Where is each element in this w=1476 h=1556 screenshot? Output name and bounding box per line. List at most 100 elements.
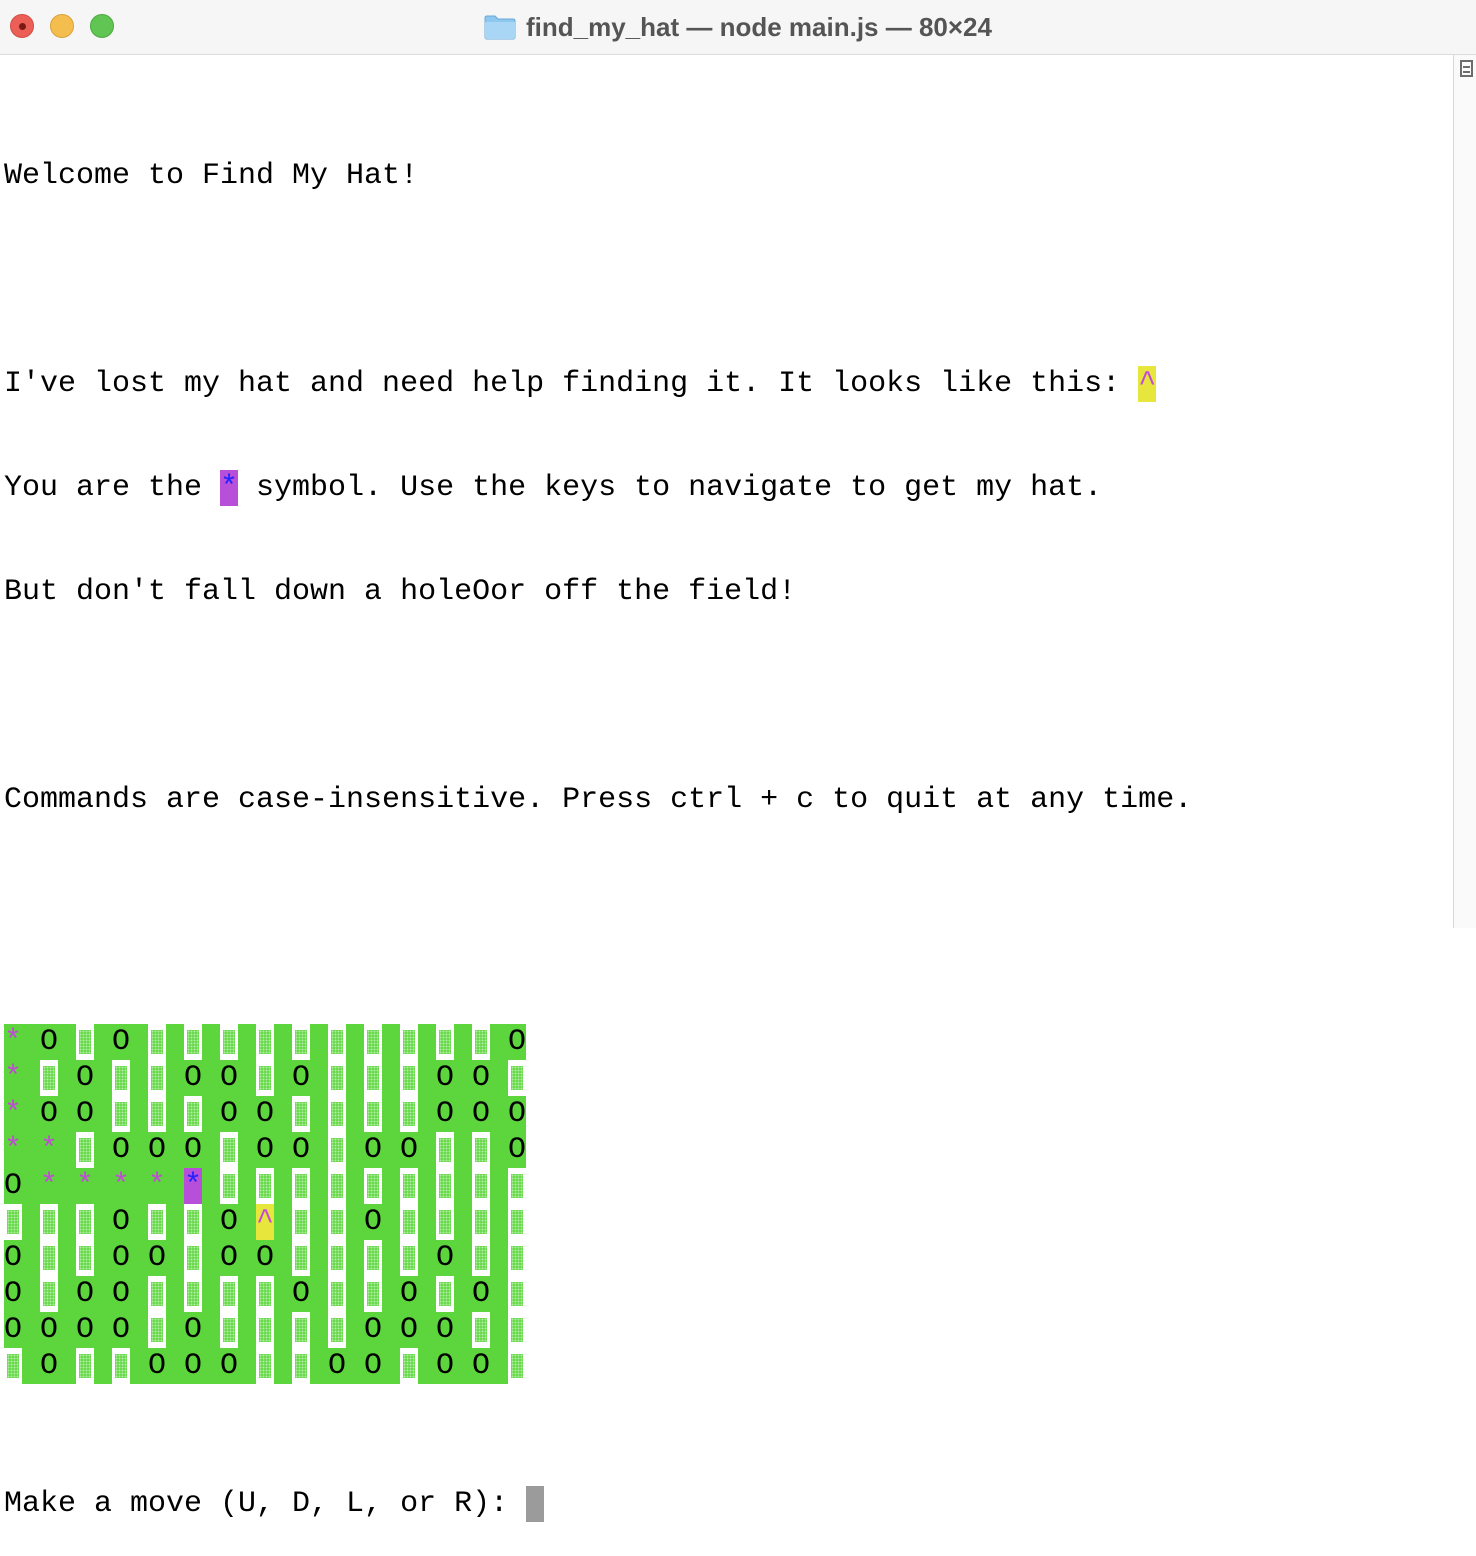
field-cell: [364, 1024, 382, 1060]
hole-cell: O: [472, 1096, 490, 1132]
hole-cell: O: [256, 1132, 274, 1168]
field-row: * O O O: [4, 1024, 1192, 1060]
hole-cell: O: [472, 1276, 490, 1312]
cell-gap: [490, 1096, 508, 1132]
cell-gap: [238, 1348, 256, 1384]
hole-cell: O: [436, 1348, 454, 1384]
cell-gap: [202, 1024, 220, 1060]
cell-gap: [94, 1204, 112, 1240]
field-cell: [4, 1348, 22, 1384]
cell-gap: [346, 1096, 364, 1132]
scrollbar[interactable]: [1453, 55, 1476, 928]
cell-gap: [310, 1312, 328, 1348]
cell-gap: [238, 1060, 256, 1096]
cell-gap: [22, 1312, 40, 1348]
cell-gap: [310, 1168, 328, 1204]
field-cell: [508, 1348, 526, 1384]
intro-text-2a: You are the: [4, 471, 221, 505]
cell-gap: [202, 1132, 220, 1168]
field-cell: [220, 1024, 238, 1060]
hole-cell: O: [112, 1240, 130, 1276]
cell-gap: [130, 1348, 148, 1384]
cell-gap: [166, 1276, 184, 1312]
field-cell: [328, 1024, 346, 1060]
hole-cell: O: [292, 1060, 310, 1096]
hole-cell: O: [220, 1240, 238, 1276]
cell-gap: [202, 1312, 220, 1348]
cell-gap: [310, 1132, 328, 1168]
field-cell: [328, 1168, 346, 1204]
field-cell: [220, 1132, 238, 1168]
cell-gap: [94, 1132, 112, 1168]
cell-gap: [166, 1240, 184, 1276]
field-cell: [328, 1312, 346, 1348]
field-cell: [328, 1240, 346, 1276]
hole-cell: O: [184, 1132, 202, 1168]
path-cell: *: [40, 1168, 58, 1204]
player-symbol: *: [220, 470, 239, 506]
field-cell: [40, 1204, 58, 1240]
cell-gap: [310, 1276, 328, 1312]
cell-gap: [58, 1240, 76, 1276]
field-cell: [400, 1060, 418, 1096]
cell-gap: [22, 1096, 40, 1132]
cell-gap: [418, 1168, 436, 1204]
cell-gap: [94, 1312, 112, 1348]
field-cell: [40, 1276, 58, 1312]
cell-gap: [238, 1312, 256, 1348]
hole-cell: O: [184, 1060, 202, 1096]
cell-gap: [346, 1312, 364, 1348]
cell-gap: [166, 1204, 184, 1240]
field-cell: [292, 1096, 310, 1132]
field-cell: [436, 1276, 454, 1312]
cell-gap: [58, 1024, 76, 1060]
cell-gap: [22, 1132, 40, 1168]
cell-gap: [166, 1060, 184, 1096]
hole-cell: O: [436, 1240, 454, 1276]
hole-cell: O: [148, 1348, 166, 1384]
cell-gap: [130, 1132, 148, 1168]
hole-cell: O: [292, 1132, 310, 1168]
prompt-line[interactable]: Make a move (U, D, L, or R):: [4, 1486, 1192, 1522]
hole-cell: O: [508, 1132, 526, 1168]
path-cell: *: [4, 1060, 22, 1096]
cell-gap: [22, 1276, 40, 1312]
cell-gap: [202, 1168, 220, 1204]
hole-cell: O: [472, 1348, 490, 1384]
field-cell: [436, 1168, 454, 1204]
cell-gap: [490, 1060, 508, 1096]
cell-gap: [274, 1096, 292, 1132]
cell-gap: [310, 1096, 328, 1132]
hole-cell: O: [364, 1312, 382, 1348]
field-cell: [400, 1096, 418, 1132]
cell-gap: [454, 1024, 472, 1060]
cell-gap: [94, 1348, 112, 1384]
field-cell: [184, 1024, 202, 1060]
cell-gap: [382, 1312, 400, 1348]
cell-gap: [454, 1096, 472, 1132]
cell-gap: [58, 1096, 76, 1132]
player-cell: *: [184, 1168, 202, 1204]
scroll-marker-icon[interactable]: [1460, 60, 1473, 77]
cell-gap: [94, 1168, 112, 1204]
field-cell: [472, 1024, 490, 1060]
field-cell: [256, 1168, 274, 1204]
field-cell: [292, 1024, 310, 1060]
cell-gap: [94, 1024, 112, 1060]
cell-gap: [490, 1240, 508, 1276]
field-cell: [364, 1168, 382, 1204]
field-cell: [292, 1168, 310, 1204]
cell-gap: [274, 1348, 292, 1384]
field-cell: [400, 1240, 418, 1276]
cell-gap: [22, 1024, 40, 1060]
text-cursor[interactable]: [526, 1486, 545, 1522]
cell-gap: [454, 1312, 472, 1348]
cell-gap: [166, 1348, 184, 1384]
field-cell: [148, 1060, 166, 1096]
cell-gap: [346, 1240, 364, 1276]
cell-gap: [346, 1060, 364, 1096]
intro-text-3: But don't fall down a holeOor off the fi…: [4, 575, 797, 609]
path-cell: *: [4, 1024, 22, 1060]
cell-gap: [382, 1024, 400, 1060]
